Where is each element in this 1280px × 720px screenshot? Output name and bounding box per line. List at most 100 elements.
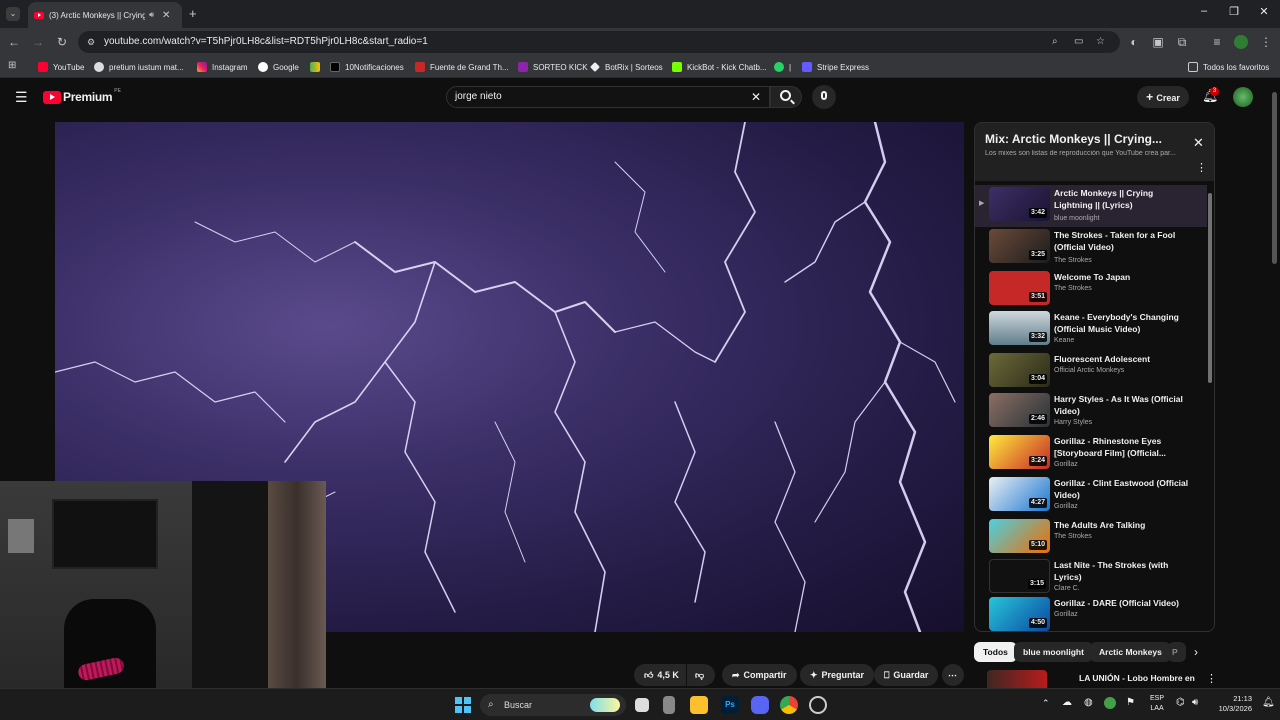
tray-app-2-icon[interactable]: ◍ bbox=[1084, 697, 1093, 708]
chrome-icon[interactable] bbox=[780, 696, 798, 714]
channel-name: Official Arctic Monkeys bbox=[1054, 367, 1125, 374]
playlist-item[interactable]: 4:50 Gorillaz - DARE (Official Video) Go… bbox=[975, 595, 1207, 631]
search-input[interactable]: jorge nieto ✕ bbox=[446, 86, 770, 108]
extension-icon[interactable]: ◐ bbox=[1126, 34, 1142, 50]
tray-app-3-icon[interactable] bbox=[1104, 697, 1116, 709]
chips-next-arrow-icon[interactable]: › bbox=[1194, 645, 1198, 659]
chrome-menu-icon[interactable]: ⋮ bbox=[1258, 34, 1274, 50]
volume-icon[interactable]: 🔊︎ bbox=[1192, 697, 1198, 708]
account-avatar[interactable] bbox=[1233, 87, 1253, 107]
recommended-title[interactable]: LA UNIÓN - Lobo Hombre en bbox=[1079, 673, 1195, 683]
bookmark-instagram[interactable]: Instagram bbox=[197, 60, 248, 74]
chip-arctic-monkeys[interactable]: Arctic Monkeys bbox=[1090, 642, 1171, 662]
forward-icon[interactable]: → bbox=[30, 34, 46, 50]
like-button[interactable]: 👍︎ 4,5 K bbox=[634, 664, 686, 686]
voice-search-button[interactable] bbox=[812, 85, 836, 109]
chip-blue-moonlight[interactable]: blue moonlight bbox=[1014, 642, 1093, 662]
bookmark-star-icon[interactable]: ☆ bbox=[1096, 31, 1105, 53]
hamburger-menu-icon[interactable]: ☰ bbox=[15, 89, 28, 106]
tray-app-4-icon[interactable]: ⚑ bbox=[1126, 697, 1135, 708]
playlist-item[interactable]: 3:25 The Strokes - Taken for a Fool (Off… bbox=[975, 227, 1207, 269]
notification-center-icon[interactable]: 🔔︎ bbox=[1262, 697, 1275, 708]
back-icon[interactable]: ← bbox=[6, 34, 22, 50]
clock[interactable]: 21:13 10/3/2026 bbox=[1210, 694, 1252, 714]
bookmark-sorteo-kick[interactable]: SORTEO KICK bbox=[518, 60, 588, 74]
playlist-item[interactable]: 3:04 Fluorescent Adolescent Official Arc… bbox=[975, 351, 1207, 393]
reading-list-icon[interactable]: ≡ bbox=[1209, 34, 1225, 50]
minimize-icon[interactable]: – bbox=[1194, 5, 1214, 17]
chip-truncated[interactable]: P bbox=[1168, 642, 1186, 662]
close-playlist-icon[interactable]: ✕ bbox=[1193, 135, 1204, 151]
video-thumbnail: 4:50 bbox=[989, 597, 1050, 631]
search-button[interactable] bbox=[770, 86, 802, 108]
recommended-menu-icon[interactable]: ⋮ bbox=[1206, 672, 1217, 685]
playlist-menu-icon[interactable]: ⋮ bbox=[1196, 161, 1207, 174]
playlist-item[interactable]: 4:27 Gorillaz - Clint Eastwood (Official… bbox=[975, 475, 1207, 517]
photoshop-icon[interactable]: Ps bbox=[721, 696, 739, 714]
kick-icon bbox=[518, 62, 528, 72]
file-explorer-icon[interactable] bbox=[690, 696, 708, 714]
tab-search-icon[interactable]: ⌄ bbox=[6, 7, 20, 21]
playlist-item[interactable]: 3:32 Keane - Everybody's Changing (Offic… bbox=[975, 309, 1207, 351]
bookmark-botrix[interactable]: BotRix | Sorteos bbox=[590, 60, 663, 74]
playlist-item[interactable]: 2:46 Harry Styles - As It Was (Official … bbox=[975, 391, 1207, 433]
tray-overflow-icon[interactable]: ⌃ bbox=[1042, 698, 1050, 709]
bookmark-pretium[interactable]: pretium iustum mat... bbox=[94, 60, 184, 74]
bookmark-grand-theft[interactable]: Fuente de Grand Th... bbox=[415, 60, 509, 74]
tray-app-icon[interactable]: ☁ bbox=[1062, 697, 1072, 708]
playlist-item[interactable]: 3:24 Gorillaz - Rhinestone Eyes [Storybo… bbox=[975, 433, 1207, 475]
cast-icon[interactable]: ▭ bbox=[1074, 31, 1083, 53]
all-bookmarks-folder[interactable]: Todos los favoritos bbox=[1188, 60, 1269, 74]
page-scrollbar[interactable] bbox=[1272, 92, 1277, 264]
youtube-logo[interactable]: Premium PE bbox=[43, 88, 121, 104]
extension-2-icon[interactable]: ▣ bbox=[1150, 34, 1166, 50]
playlist-item[interactable]: ▶ 3:42 Arctic Monkeys || Crying Lightnin… bbox=[975, 185, 1207, 227]
bookmark-google[interactable]: Google bbox=[258, 60, 299, 74]
reload-icon[interactable]: ↻ bbox=[54, 34, 70, 50]
apps-grid-icon[interactable]: ⊞ bbox=[8, 60, 16, 71]
app-phone-icon[interactable] bbox=[663, 696, 675, 714]
address-bar[interactable]: ⚙ youtube.com/watch?v=T5hPjr0LH8c&list=R… bbox=[78, 31, 1120, 53]
language-indicator[interactable]: ESP LAA bbox=[1150, 694, 1164, 714]
bookmark-colorful[interactable] bbox=[310, 60, 325, 74]
network-icon[interactable]: ⌬ bbox=[1176, 697, 1185, 708]
browser-tab-active[interactable]: (3) Arctic Monkeys || Crying 🔊︎ ✕ bbox=[28, 2, 182, 28]
window-close-icon[interactable]: ✕ bbox=[1254, 5, 1274, 18]
discord-icon[interactable] bbox=[751, 696, 769, 714]
bookmark-youtube[interactable]: YouTube bbox=[38, 60, 84, 74]
clear-search-icon[interactable]: ✕ bbox=[751, 87, 761, 107]
bookmark-stripe[interactable]: Stripe Express bbox=[802, 60, 869, 74]
app-extra-icon[interactable] bbox=[809, 696, 827, 714]
share-button[interactable]: ➦ Compartir bbox=[722, 664, 797, 686]
dislike-button[interactable]: 👎︎ bbox=[687, 664, 715, 686]
bookmark-whatsapp[interactable]: | bbox=[774, 60, 791, 74]
bookmark-x-notificaciones[interactable]: 10Notificaciones bbox=[330, 60, 404, 74]
playlist-item[interactable]: 5:10 The Adults Are Talking The Strokes bbox=[975, 517, 1207, 559]
chip-all[interactable]: Todos bbox=[974, 642, 1017, 662]
ask-button[interactable]: ✦ Preguntar bbox=[800, 664, 875, 686]
profile-avatar[interactable] bbox=[1234, 35, 1248, 49]
playlist-item[interactable]: 3:15 Last Nite - The Strokes (with Lyric… bbox=[975, 557, 1207, 599]
google-icon bbox=[258, 62, 268, 72]
extensions-puzzle-icon[interactable]: ⧉ bbox=[1174, 34, 1190, 50]
zoom-icon[interactable]: ⌕ bbox=[1052, 31, 1058, 53]
taskbar-search[interactable]: ⌕ Buscar bbox=[480, 694, 626, 716]
windows-start-icon[interactable] bbox=[455, 697, 471, 713]
playlist-title[interactable]: Mix: Arctic Monkeys || Crying... bbox=[985, 132, 1185, 146]
audio-playing-icon[interactable]: 🔊︎ bbox=[149, 10, 154, 20]
save-button[interactable]: ⎕ Guardar bbox=[874, 664, 939, 686]
instagram-icon bbox=[197, 62, 207, 72]
tab-close-icon[interactable]: ✕ bbox=[162, 10, 170, 21]
plus-icon: + bbox=[1146, 90, 1157, 104]
playlist-item[interactable]: 3:51 Welcome To Japan The Strokes bbox=[975, 269, 1207, 311]
task-view-icon[interactable] bbox=[635, 698, 649, 712]
playlist-scrollbar[interactable] bbox=[1208, 193, 1212, 383]
site-info-icon[interactable]: ⚙ bbox=[87, 31, 95, 53]
recommended-thumbnail[interactable] bbox=[987, 670, 1047, 688]
maximize-icon[interactable]: ❐ bbox=[1224, 5, 1244, 18]
bookmark-kickbot[interactable]: KickBot - Kick Chatb... bbox=[672, 60, 767, 74]
new-tab-icon[interactable]: + bbox=[189, 6, 197, 21]
more-horizontal-icon: ⋯ bbox=[948, 670, 957, 680]
create-button[interactable]: + Crear bbox=[1137, 86, 1189, 108]
more-actions-button[interactable]: ⋯ bbox=[942, 664, 964, 686]
